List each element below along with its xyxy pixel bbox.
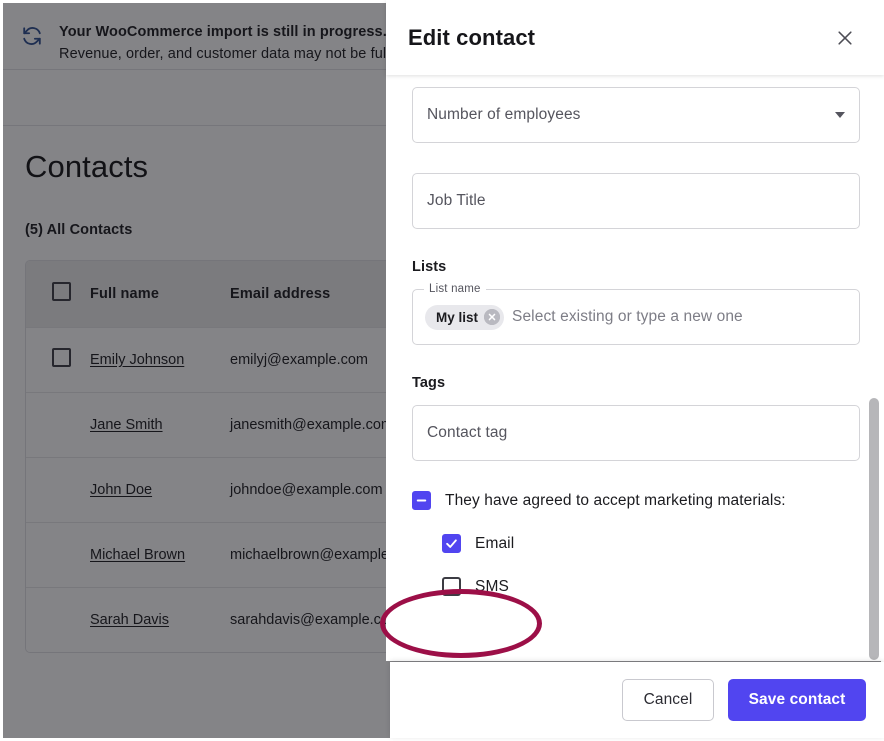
- email-checkbox[interactable]: [442, 534, 461, 553]
- contact-tag-placeholder: Contact tag: [427, 424, 508, 441]
- banner-title: Your WooCommerce import is still in prog…: [59, 24, 387, 40]
- tags-section-heading: Tags: [412, 375, 446, 391]
- dialog-footer: Cancel Save contact: [390, 662, 884, 738]
- marketing-consent-parent-checkbox-row[interactable]: They have agreed to accept marketing mat…: [412, 491, 858, 510]
- close-icon[interactable]: [828, 21, 862, 55]
- sms-option-label: SMS: [475, 577, 509, 595]
- marketing-consent-label: They have agreed to accept marketing mat…: [445, 491, 786, 509]
- select-all-checkbox-cell[interactable]: [26, 282, 90, 306]
- consent-option-email-row[interactable]: Email: [412, 534, 858, 553]
- banner-subtitle: Revenue, order, and customer data may no…: [59, 46, 397, 62]
- contact-tag-input[interactable]: Contact tag: [412, 405, 860, 461]
- indeterminate-checkbox[interactable]: [412, 491, 431, 510]
- cancel-button[interactable]: Cancel: [622, 679, 714, 721]
- contact-name-link[interactable]: Sarah Davis: [90, 612, 169, 628]
- contact-name-link[interactable]: Jane Smith: [90, 417, 163, 433]
- sync-refresh-icon: [21, 25, 43, 47]
- banner-text: Your WooCommerce import is still in prog…: [59, 23, 397, 64]
- job-title-placeholder: Job Title: [427, 192, 486, 209]
- contact-name-link[interactable]: John Doe: [90, 482, 152, 498]
- select-all-checkbox[interactable]: [52, 282, 71, 301]
- dialog-body: Number of employees Job Title Lists List…: [386, 75, 884, 661]
- contact-name-link[interactable]: Emily Johnson: [90, 352, 184, 368]
- number-of-employees-placeholder: Number of employees: [427, 106, 581, 123]
- row-checkbox[interactable]: [52, 348, 71, 367]
- list-name-legend: List name: [424, 283, 486, 295]
- dialog-title: Edit contact: [408, 24, 536, 50]
- job-title-input[interactable]: Job Title: [412, 173, 860, 229]
- consent-option-sms-row[interactable]: SMS: [412, 577, 858, 596]
- modal-scrollbar-thumb[interactable]: [869, 398, 879, 660]
- list-chip-label: My list: [436, 309, 479, 325]
- email-option-label: Email: [475, 534, 515, 552]
- dialog-header: Edit contact: [386, 0, 884, 75]
- list-name-combobox[interactable]: List name My list Select existing or typ…: [412, 283, 860, 345]
- save-contact-button[interactable]: Save contact: [728, 679, 866, 721]
- row-checkbox-cell[interactable]: [26, 348, 90, 372]
- number-of-employees-select[interactable]: Number of employees: [412, 87, 860, 143]
- list-name-placeholder: Select existing or type a new one: [512, 308, 743, 325]
- chip-remove-icon[interactable]: [484, 309, 501, 325]
- column-header-full-name[interactable]: Full name: [90, 286, 230, 302]
- list-chip: My list: [425, 304, 505, 330]
- chevron-down-icon: [835, 112, 845, 118]
- edit-contact-dialog: Edit contact Number of employees Job Tit…: [386, 0, 884, 741]
- lists-section-heading: Lists: [412, 259, 447, 275]
- contact-name-link[interactable]: Michael Brown: [90, 547, 185, 563]
- sms-checkbox[interactable]: [442, 577, 461, 596]
- screen: Your WooCommerce import is still in prog…: [0, 0, 884, 741]
